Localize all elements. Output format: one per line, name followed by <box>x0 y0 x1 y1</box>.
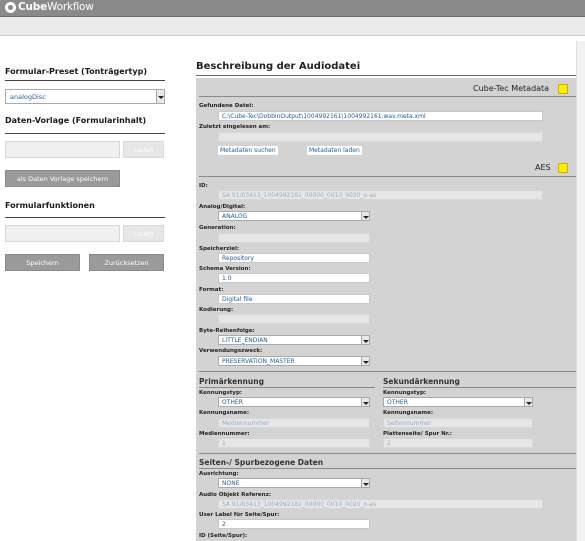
divider <box>5 80 165 81</box>
audio-ref-field: SA 91/03413_1004992181_00000_0010_0020_o… <box>218 499 543 509</box>
chevron-down-icon <box>361 479 369 487</box>
primary-name-field: Mediennummer <box>218 418 370 428</box>
analog-digital-select[interactable]: ANALOG <box>218 211 370 221</box>
primary-type-label: Kennungstyp: <box>199 390 243 396</box>
functions-heading: Formularfunktionen <box>5 201 95 210</box>
secondary-number-label: Plattenseite/ Spur Nr.: <box>383 431 452 437</box>
secondary-type-label: Kennungstyp: <box>383 390 427 396</box>
secondary-name-field: Seitennummer <box>383 418 533 428</box>
byte-order-label: Byte-Reihenfolge: <box>199 328 255 334</box>
primary-name-label: Kennungsname: <box>199 410 250 416</box>
schema-version-field[interactable]: 1.0 <box>218 273 370 283</box>
divider <box>199 387 375 388</box>
chevron-down-icon <box>156 90 164 103</box>
save-button[interactable]: Speichern <box>5 254 80 271</box>
divider <box>199 453 576 454</box>
reset-button[interactable]: Zurücksetzen <box>89 254 164 271</box>
last-read-field <box>218 132 543 142</box>
generation-label: Generation: <box>199 225 236 231</box>
user-label-label: User Label für Seite/Spur: <box>199 512 280 518</box>
schema-version-label: Schema Version: <box>199 266 251 272</box>
divider <box>383 387 576 388</box>
id-field: SA 91/03413_1004992181_00000_0010_0020_o… <box>218 190 543 200</box>
secondary-number-field: 2 <box>383 438 533 448</box>
format-label: Format: <box>199 287 224 293</box>
secondary-type-select[interactable]: OTHER <box>383 397 533 407</box>
divider <box>199 371 576 372</box>
secondary-id-heading: Sekundärkennung <box>383 377 460 386</box>
primary-number-field: 1 <box>218 438 370 448</box>
primary-type-select[interactable]: OTHER <box>218 397 370 407</box>
id-label: ID: <box>199 183 208 189</box>
app-logo: CubeWorkflow <box>18 1 94 13</box>
analog-digital-label: Analog/Digital: <box>199 204 246 210</box>
divider <box>5 133 165 134</box>
chevron-down-icon <box>524 398 532 406</box>
divider <box>199 96 576 97</box>
orientation-label: Ausrichtung: <box>199 471 239 477</box>
aes-section-title: AES <box>535 163 551 172</box>
format-field[interactable]: Digital file <box>218 294 370 304</box>
divider <box>199 468 576 469</box>
chevron-down-icon <box>361 336 369 344</box>
purpose-label: Verwendungszweck: <box>199 348 263 354</box>
status-indicator-icon <box>558 84 568 94</box>
user-label-field[interactable]: 2 <box>218 519 370 529</box>
divider <box>5 217 165 218</box>
side-track-heading: Seiten-/ Spurbezogene Daten <box>199 458 324 467</box>
chevron-down-icon <box>361 398 369 406</box>
storage-target-field[interactable]: Repository <box>218 253 370 263</box>
preset-heading: Formular-Preset (Tonträgertyp) <box>5 67 147 76</box>
primary-number-label: Mediennummer: <box>199 431 250 437</box>
logo-icon <box>5 2 16 13</box>
encoding-label: Kodierung: <box>199 307 234 313</box>
side-id-label: ID (Seite/Spur): <box>199 533 248 539</box>
page-title: Beschreibung der Audiodatei <box>196 61 361 72</box>
load-template-button[interactable]: Laden <box>123 141 164 158</box>
status-indicator-icon <box>558 163 568 173</box>
secondary-name-label: Kennungsname: <box>383 410 434 416</box>
byte-order-select[interactable]: LITTLE_ENDIAN <box>218 335 370 345</box>
orientation-select[interactable]: NONE <box>218 478 370 488</box>
sub-toolbar <box>0 17 585 36</box>
chevron-down-icon <box>361 357 369 365</box>
template-heading: Daten-Vorlage (Formularinhalt) <box>5 116 147 125</box>
generation-field[interactable] <box>218 233 370 243</box>
encoding-field[interactable] <box>218 314 370 324</box>
last-read-label: Zuletzt eingelesen am: <box>199 124 271 130</box>
chevron-down-icon <box>361 212 369 220</box>
purpose-select[interactable]: PRESERVATION_MASTER <box>218 356 370 366</box>
functions-input[interactable] <box>5 225 120 242</box>
storage-target-label: Speicherziel: <box>199 246 240 252</box>
scrollbar[interactable] <box>576 41 585 541</box>
divider <box>199 176 576 177</box>
cubetec-section-title: Cube-Tec Metadata <box>473 84 550 93</box>
preset-select[interactable]: analogDisc <box>5 89 165 104</box>
search-metadata-link[interactable]: Metadaten suchen <box>218 146 278 155</box>
audio-ref-label: Audio Objekt Referenz: <box>199 492 271 498</box>
found-file-field[interactable]: C:\Cube-Tec\DobbinOutput\1004992161\1004… <box>218 111 543 121</box>
found-file-label: Gefundene Datei: <box>199 103 254 109</box>
divider <box>196 75 576 76</box>
load-metadata-link[interactable]: Metadaten laden <box>307 146 362 155</box>
save-template-button[interactable]: als Daten Vorlage speichern <box>5 170 120 187</box>
primary-id-heading: Primärkennung <box>199 377 264 386</box>
load-functions-button[interactable]: Laden <box>123 225 164 242</box>
template-input[interactable] <box>5 141 120 158</box>
